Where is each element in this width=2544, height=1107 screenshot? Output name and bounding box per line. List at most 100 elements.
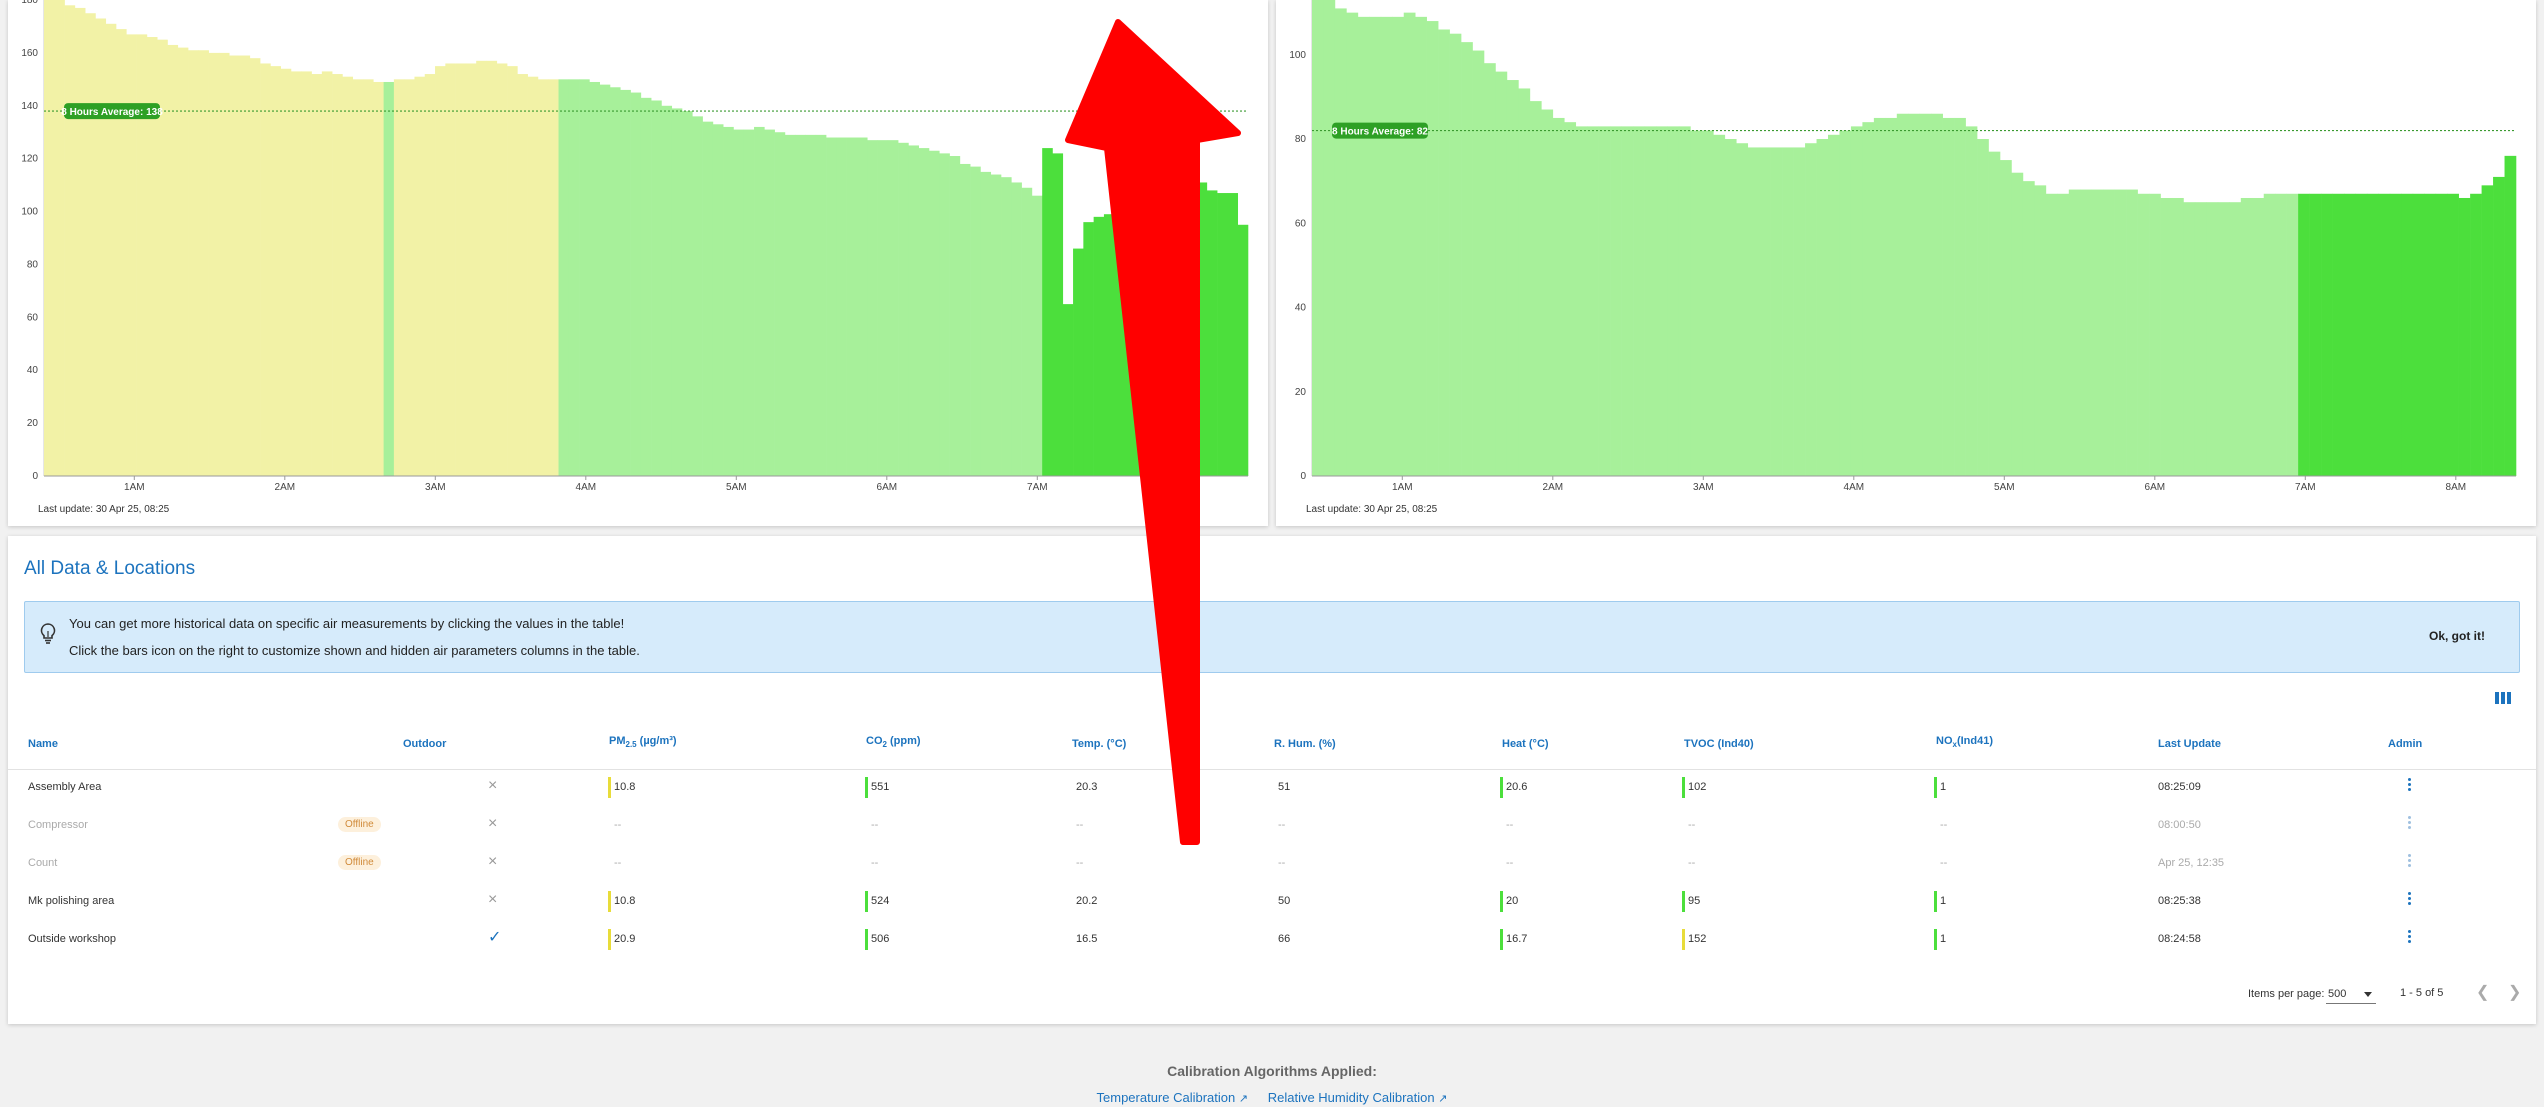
col-header-heat[interactable]: Heat (°C) — [1502, 738, 1549, 750]
cell-pm[interactable]: 10.8 — [614, 781, 635, 793]
cell-co2[interactable]: -- — [871, 819, 878, 831]
chart-bar — [970, 166, 981, 476]
cell-co2[interactable]: 524 — [871, 895, 889, 907]
humidity-calibration-link[interactable]: Relative Humidity Calibration ↗ — [1268, 1090, 1448, 1105]
col-header-outdoor[interactable]: Outdoor — [403, 738, 446, 750]
col-header-last-update[interactable]: Last Update — [2158, 738, 2221, 750]
table-row[interactable]: Mk polishing area × 10.8 524 20.2 50 20 95 1 08:2… — [8, 884, 2536, 920]
cell-nox[interactable]: -- — [1940, 857, 1947, 869]
cell-nox[interactable]: -- — [1940, 819, 1947, 831]
x-tick-label: 2AM — [1543, 482, 1564, 493]
chart-bar — [1839, 130, 1852, 476]
pm-chart-card: 0 20 40 60 80 100 120 140 160 180 1AM 2AM 3AM 4AM 5AM 6… — [8, 0, 1268, 526]
chart-bar — [1518, 88, 1531, 476]
cell-tvoc[interactable]: 95 — [1688, 895, 1700, 907]
col-header-name[interactable]: Name — [28, 738, 58, 750]
columns-bars-icon[interactable] — [2495, 691, 2511, 705]
banner-ok-button[interactable]: Ok, got it! — [2429, 629, 2485, 643]
location-name[interactable]: Assembly Area — [28, 781, 101, 793]
cell-co2[interactable]: 506 — [871, 933, 889, 945]
status-bar — [1934, 777, 1937, 798]
cell-rhum[interactable]: 50 — [1278, 895, 1290, 907]
cell-nox[interactable]: 1 — [1940, 933, 1946, 945]
cell-tvoc[interactable]: -- — [1688, 857, 1695, 869]
table-row[interactable]: Outside workshop ✓ 20.9 506 16.5 66 16.7 152 1 08… — [8, 922, 2536, 958]
status-bar — [865, 891, 868, 912]
pm-bar-chart: 0 20 40 60 80 100 120 140 160 180 1AM 2AM 3AM 4AM 5AM 6… — [21, 0, 1249, 493]
cell-heat[interactable]: 20 — [1506, 895, 1518, 907]
cell-pm[interactable]: 10.8 — [614, 895, 635, 907]
cell-heat[interactable]: -- — [1506, 857, 1513, 869]
chart-bar — [898, 142, 909, 477]
chart-bar — [2389, 193, 2402, 477]
section-title: All Data & Locations — [24, 558, 196, 579]
col-header-temp[interactable]: Temp. (°C) — [1072, 738, 1126, 750]
cell-temp[interactable]: -- — [1076, 857, 1083, 869]
row-menu-icon[interactable] — [2404, 776, 2414, 798]
location-name[interactable]: Mk polishing area — [28, 895, 114, 907]
cell-heat[interactable]: 16.7 — [1506, 933, 1527, 945]
cell-tvoc[interactable]: 102 — [1688, 781, 1706, 793]
chart-bar — [2309, 193, 2322, 477]
col-header-co2[interactable]: CO2 (ppm) — [866, 735, 921, 749]
temperature-calibration-link[interactable]: Temperature Calibration ↗ — [1097, 1090, 1249, 1105]
cell-rhum[interactable]: 51 — [1278, 781, 1290, 793]
chart-bar — [784, 134, 796, 476]
cell-temp[interactable]: 20.3 — [1076, 781, 1097, 793]
chart-bar — [126, 34, 137, 476]
cell-temp[interactable]: -- — [1076, 819, 1083, 831]
table-row[interactable]: Assembly Area × 10.8 551 20.3 51 20.6 102 1 08:25… — [8, 770, 2536, 806]
offline-badge: Offline — [338, 855, 381, 870]
location-name[interactable]: Outside workshop — [28, 933, 116, 945]
cell-temp[interactable]: 20.2 — [1076, 895, 1097, 907]
row-menu-icon[interactable] — [2404, 928, 2414, 950]
cell-heat[interactable]: -- — [1506, 819, 1513, 831]
location-name[interactable]: Compressor — [28, 819, 88, 831]
cell-nox[interactable]: 1 — [1940, 781, 1946, 793]
chart-bar — [1155, 240, 1166, 476]
row-menu-icon[interactable] — [2404, 814, 2414, 836]
y-tick-label: 120 — [21, 154, 38, 165]
location-name[interactable]: Count — [28, 857, 57, 869]
next-page-icon[interactable]: ❯ — [2508, 982, 2521, 1002]
table-row[interactable]: Count Offline × -- -- -- -- -- -- -- Apr 25, 12:35 — [8, 846, 2536, 882]
chart-bar — [1357, 16, 1370, 477]
cell-rhum[interactable]: 66 — [1278, 933, 1290, 945]
chart-bar — [208, 52, 220, 477]
cell-co2[interactable]: -- — [871, 857, 878, 869]
cell-co2[interactable]: 551 — [871, 781, 889, 793]
prev-page-icon[interactable]: ❮ — [2476, 982, 2489, 1002]
chart-bar — [1747, 147, 1760, 476]
x-tick-label: 8AM — [2446, 482, 2467, 493]
chart-bar — [949, 156, 961, 476]
col-header-pm25[interactable]: PM2.5 (µg/m³) — [609, 735, 677, 749]
chart-bar — [1426, 21, 1439, 476]
cell-pm[interactable]: 20.9 — [614, 933, 635, 945]
chart-bar — [2217, 202, 2230, 476]
cell-rhum[interactable]: -- — [1278, 819, 1285, 831]
cell-tvoc[interactable]: -- — [1688, 819, 1695, 831]
table-row[interactable]: Compressor Offline × -- -- -- -- -- -- -- 08:00:50 — [8, 808, 2536, 844]
cell-pm[interactable]: -- — [614, 819, 621, 831]
col-header-nox[interactable]: NOx(Ind41) — [1936, 735, 1993, 749]
chart-bar — [846, 137, 858, 476]
chart-last-update: Last update: 30 Apr 25, 08:25 — [1306, 504, 1438, 515]
chart-bar — [1175, 203, 1187, 476]
cell-nox[interactable]: 1 — [1940, 895, 1946, 907]
cell-pm[interactable]: -- — [614, 857, 621, 869]
banner-text-line2: Click the bars icon on the right to cust… — [69, 643, 640, 658]
col-header-tvoc[interactable]: TVOC (Ind40) — [1684, 738, 1754, 750]
cell-rhum[interactable]: -- — [1278, 857, 1285, 869]
chart-bar — [1093, 216, 1105, 476]
chart-bar — [1759, 147, 1771, 476]
items-per-page-select[interactable]: 500 — [2326, 983, 2376, 1004]
cell-temp[interactable]: 16.5 — [1076, 933, 1097, 945]
chart-bar — [867, 140, 878, 476]
y-tick-label: 0 — [1300, 471, 1306, 482]
y-tick-label: 20 — [1295, 387, 1307, 398]
row-menu-icon[interactable] — [2404, 890, 2414, 912]
col-header-rhum[interactable]: R. Hum. (%) — [1274, 738, 1336, 750]
row-menu-icon[interactable] — [2404, 852, 2414, 874]
cell-tvoc[interactable]: 152 — [1688, 933, 1706, 945]
cell-heat[interactable]: 20.6 — [1506, 781, 1527, 793]
